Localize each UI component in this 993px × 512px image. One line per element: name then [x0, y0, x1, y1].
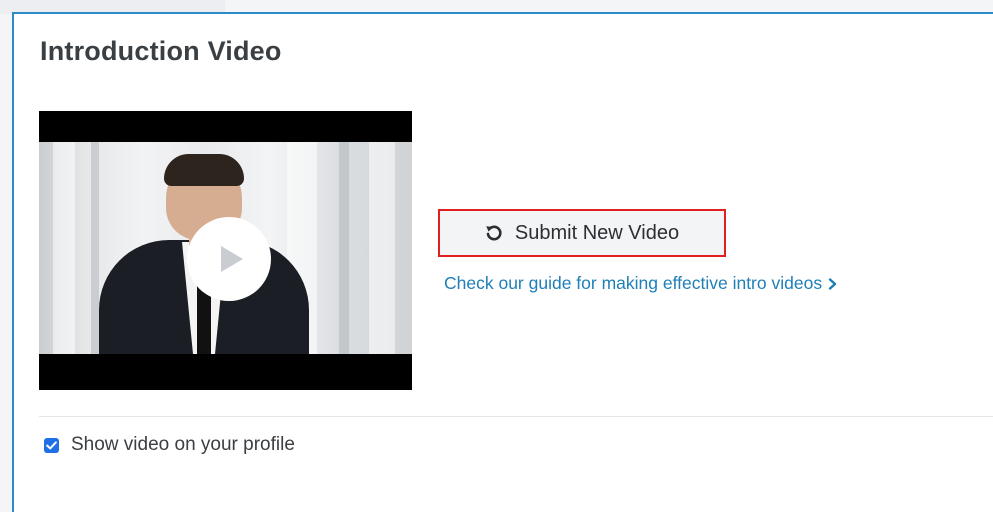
- background-pillar: [91, 142, 99, 354]
- show-video-checkbox[interactable]: [44, 437, 59, 453]
- redo-icon: [486, 225, 502, 241]
- show-video-option: Show video on your profile: [44, 434, 295, 456]
- submit-button-label: Submit New Video: [514, 221, 680, 244]
- video-player[interactable]: [39, 111, 412, 390]
- video-thumbnail: [39, 142, 412, 354]
- play-button[interactable]: [187, 217, 271, 301]
- submit-new-video-button[interactable]: Submit New Video: [438, 209, 726, 257]
- checkmark-icon: [46, 440, 57, 449]
- play-icon: [221, 246, 243, 272]
- background-pillar: [53, 142, 75, 354]
- person-hair: [164, 154, 244, 186]
- intro-video-card: Introduction Video Submit New Video Chec…: [12, 12, 993, 512]
- show-video-label: Show video on your profile: [71, 434, 295, 455]
- background-pillar: [369, 142, 395, 354]
- guide-link-text: Check our guide for making effective int…: [444, 273, 823, 293]
- intro-video-guide-link[interactable]: Check our guide for making effective int…: [444, 273, 837, 294]
- section-divider: [39, 416, 993, 417]
- chevron-right-icon: [828, 277, 837, 290]
- background-pillar: [339, 142, 349, 354]
- section-title: Introduction Video: [40, 36, 282, 66]
